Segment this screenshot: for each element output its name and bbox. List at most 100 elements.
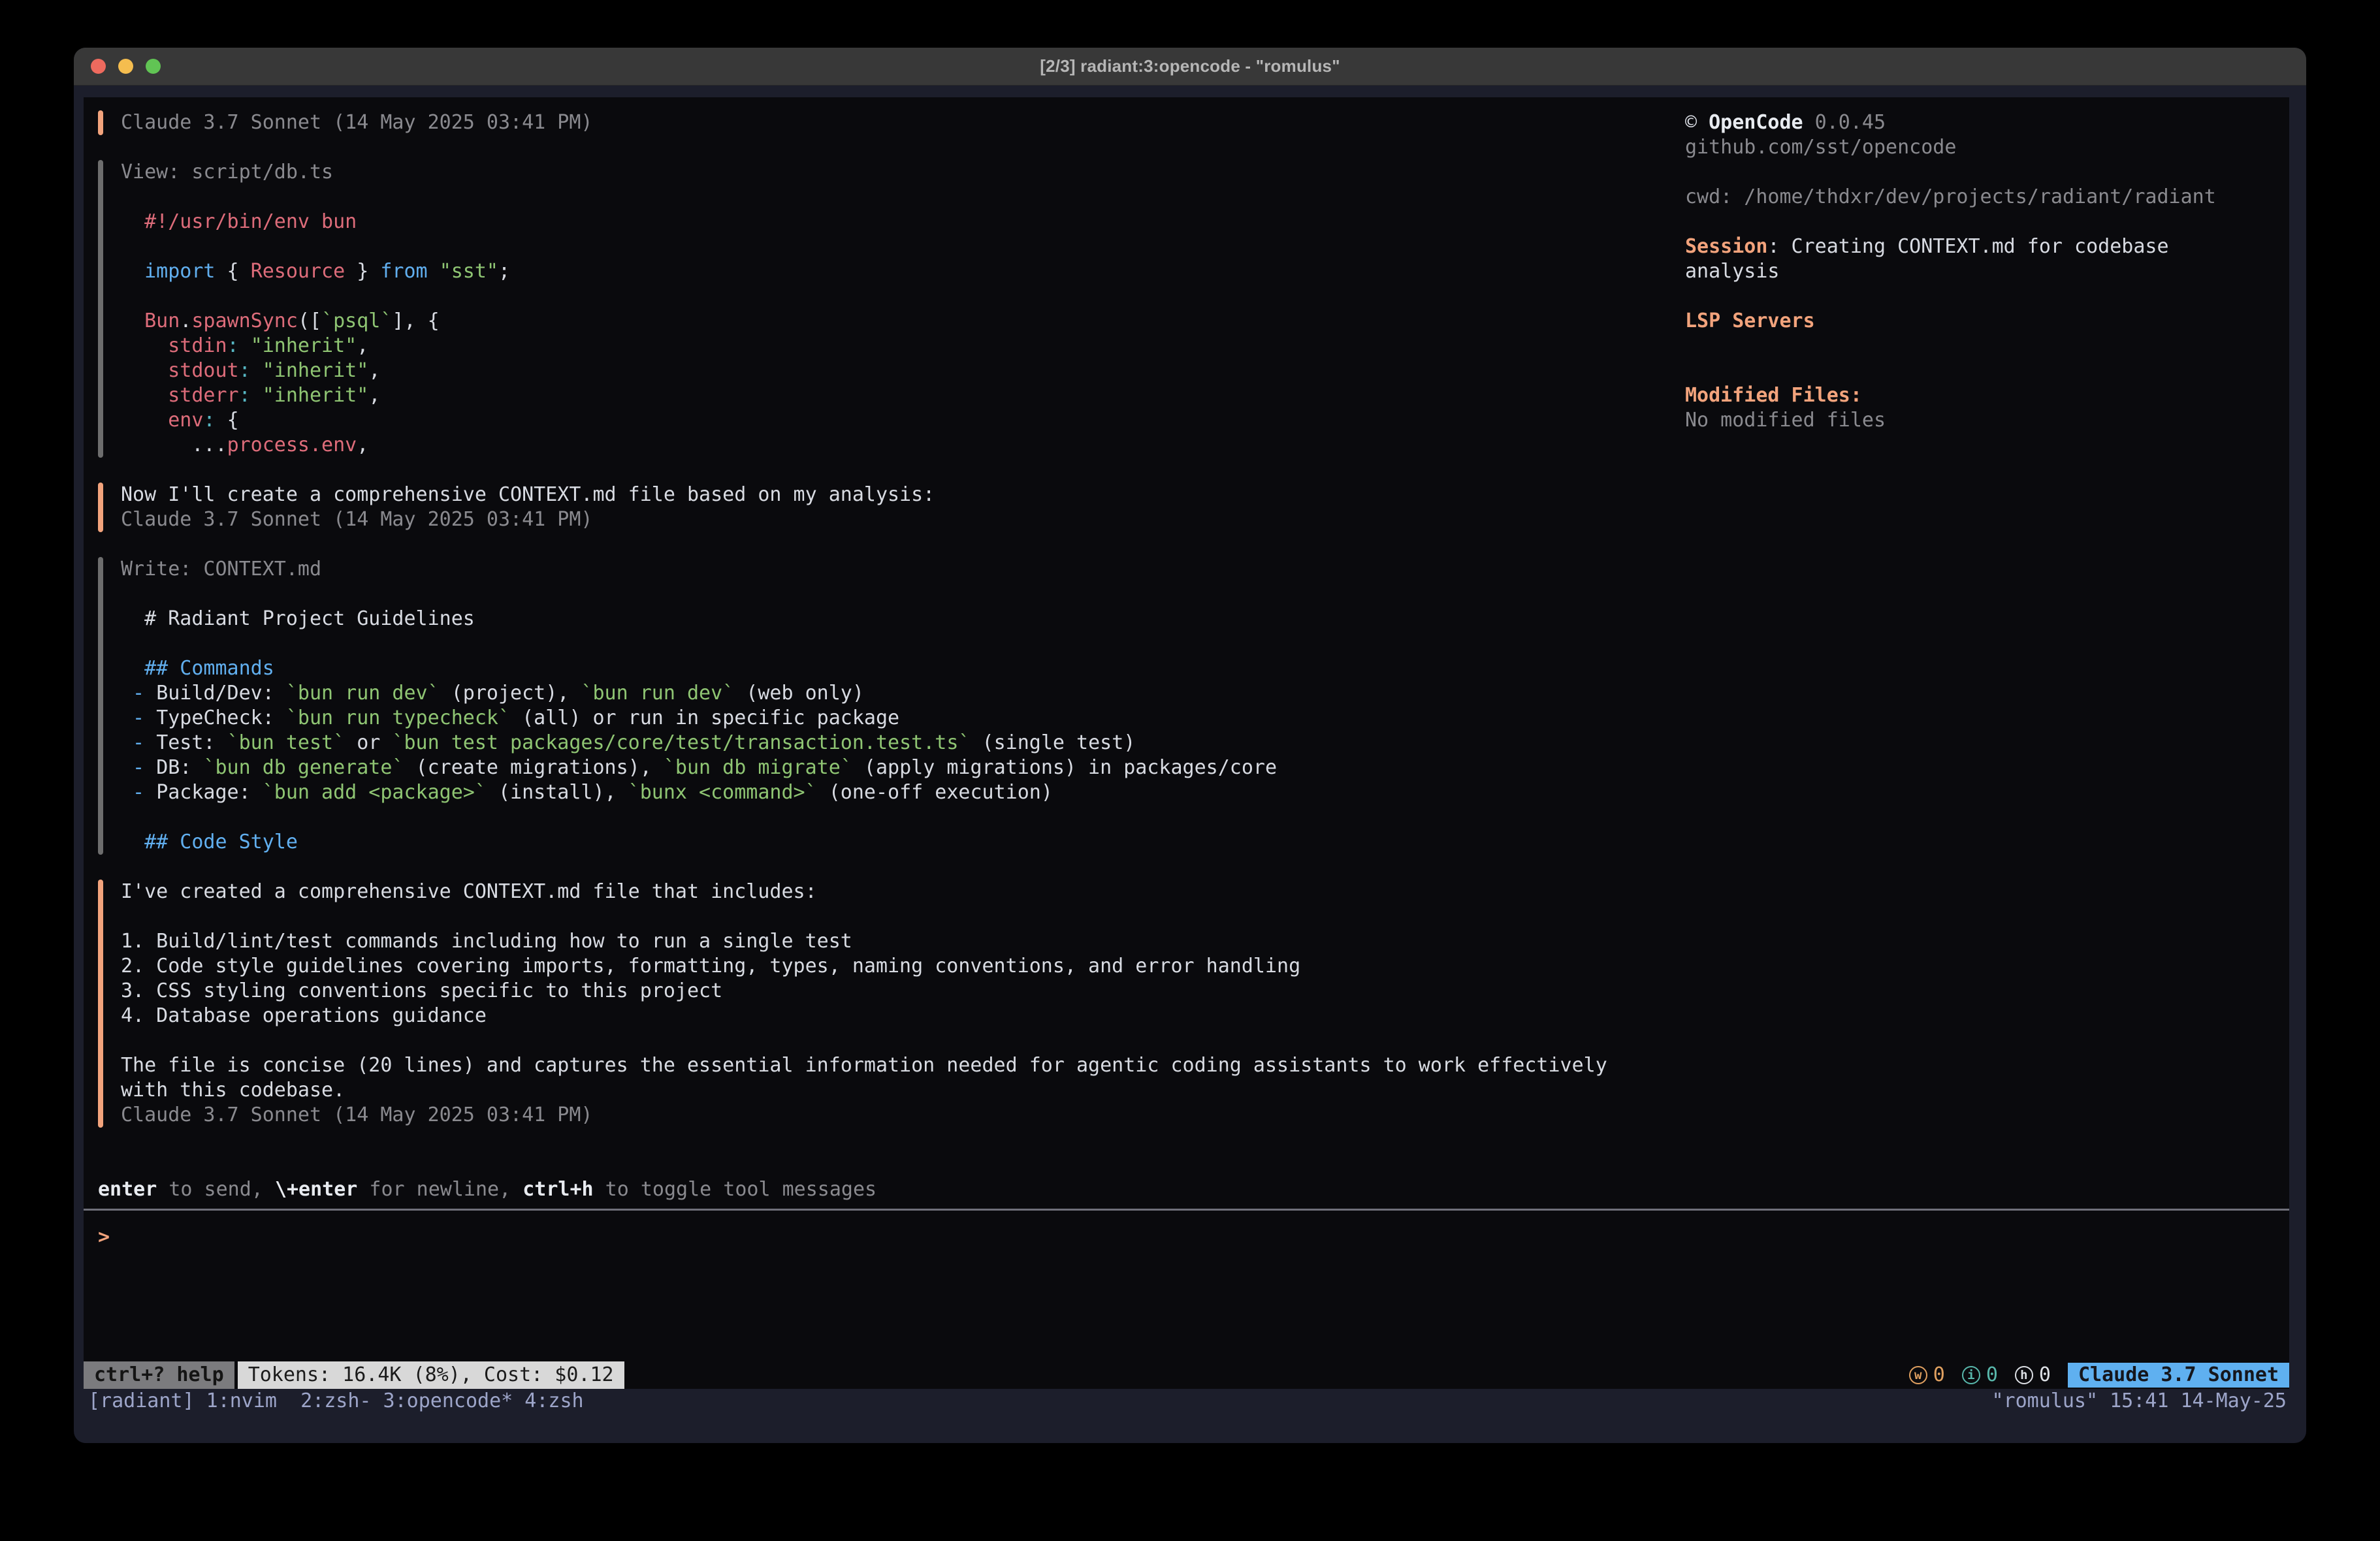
- tmux-host-clock: "romulus" 15:41 14-May-25: [1991, 1390, 2287, 1412]
- text-line: [121, 805, 1277, 830]
- text-segment: analysis: [1685, 260, 1780, 283]
- text-segment: Claude 3.7 Sonnet (14 May 2025 03:41 PM): [121, 111, 592, 134]
- prompt-symbol: >: [98, 1226, 110, 1248]
- text-segment: "inherit": [263, 359, 369, 382]
- text-segment: `bun test packages/core/test/transaction…: [392, 731, 970, 754]
- text-segment: :: [227, 334, 251, 357]
- text-segment: (all) or run in specific package: [510, 707, 899, 729]
- text-segment: ], {: [392, 310, 439, 332]
- tmux-status-bar: [radiant] 1:nvim 2:zsh- 3:opencode* 4:zs…: [84, 1389, 2289, 1412]
- text-line: with this codebase.: [121, 1078, 1607, 1103]
- message-block: Claude 3.7 Sonnet (14 May 2025 03:41 PM): [98, 110, 1685, 135]
- chat-history[interactable]: Claude 3.7 Sonnet (14 May 2025 03:41 PM)…: [98, 110, 1685, 1128]
- text-line: analysis: [1685, 259, 2270, 284]
- text-segment: [121, 334, 168, 357]
- text-line: #!/usr/bin/env bun: [121, 210, 510, 234]
- text-segment: (one-off execution): [817, 781, 1053, 804]
- text-line: Claude 3.7 Sonnet (14 May 2025 03:41 PM): [121, 1103, 1607, 1128]
- text-line: I've created a comprehensive CONTEXT.md …: [121, 880, 1607, 904]
- text-line: [121, 904, 1607, 929]
- message-block: Now I'll create a comprehensive CONTEXT.…: [98, 483, 1685, 532]
- text-segment: I've created a comprehensive CONTEXT.md …: [121, 880, 817, 903]
- text-line: [1685, 160, 2270, 185]
- text-line: stdin: "inherit",: [121, 334, 510, 358]
- text-segment: [121, 657, 144, 680]
- text-segment: process.env: [227, 434, 357, 456]
- text-line: - Test: `bun test` or `bun test packages…: [121, 731, 1277, 755]
- text-segment: -: [121, 707, 156, 729]
- tmux-window-list[interactable]: [radiant] 1:nvim 2:zsh- 3:opencode* 4:zs…: [88, 1390, 584, 1412]
- close-button[interactable]: [91, 59, 106, 74]
- text-segment: Package:: [156, 781, 263, 804]
- text-line: [1685, 334, 2270, 358]
- text-line: 2. Code style guidelines covering import…: [121, 954, 1607, 979]
- text-segment: Session: [1685, 235, 1767, 258]
- text-segment: Resource: [251, 260, 346, 283]
- text-segment: ©: [1685, 111, 1709, 134]
- text-segment: (web only): [734, 682, 864, 705]
- text-line: [121, 1028, 1607, 1053]
- text-line: 4. Database operations guidance: [121, 1004, 1607, 1028]
- text-segment: Modified Files:: [1685, 384, 1862, 407]
- text-segment: Write: CONTEXT.md: [121, 558, 321, 580]
- text-segment: with this codebase.: [121, 1079, 345, 1102]
- model-chip[interactable]: Claude 3.7 Sonnet: [2068, 1363, 2289, 1388]
- text-segment: [428, 260, 440, 283]
- text-segment: [121, 310, 144, 332]
- text-segment: 2. Code style guidelines covering import…: [121, 955, 1300, 977]
- text-segment: stderr: [168, 384, 238, 407]
- text-line: # Radiant Project Guidelines: [121, 607, 1277, 631]
- text-segment: No modified files: [1685, 409, 1886, 432]
- diagnostic-hints: h 0: [2015, 1363, 2051, 1388]
- maximize-button[interactable]: [146, 59, 161, 74]
- text-segment: Claude 3.7 Sonnet (14 May 2025 03:41 PM): [121, 508, 592, 531]
- text-segment: `bun run dev`: [581, 682, 734, 705]
- tool-accent-bar: [98, 160, 103, 458]
- text-segment: `bun run dev`: [286, 682, 440, 705]
- traffic-lights: [91, 48, 161, 85]
- text-segment: .: [180, 310, 191, 332]
- text-line: stderr: "inherit",: [121, 383, 510, 408]
- text-line: env: {: [121, 408, 510, 433]
- input-divider: [84, 1209, 2289, 1211]
- text-segment: -: [121, 682, 156, 705]
- message-block: I've created a comprehensive CONTEXT.md …: [98, 880, 1685, 1128]
- diagnostic-info: i 0: [1962, 1363, 1998, 1388]
- text-line: The file is concise (20 lines) and captu…: [121, 1053, 1607, 1078]
- text-line: github.com/sst/opencode: [1685, 135, 2270, 160]
- text-segment: `bunx <command>`: [628, 781, 817, 804]
- minimize-button[interactable]: [118, 59, 133, 74]
- text-segment: :: [203, 409, 227, 432]
- text-segment: (install),: [487, 781, 628, 804]
- text-line: Claude 3.7 Sonnet (14 May 2025 03:41 PM): [121, 110, 592, 135]
- help-shortcut-chip[interactable]: ctrl+? help: [84, 1361, 234, 1389]
- prompt-input[interactable]: >: [84, 1225, 2289, 1250]
- text-segment: `bun db generate`: [203, 756, 404, 779]
- text-segment: enter: [98, 1178, 157, 1201]
- text-line: Session: Creating CONTEXT.md for codebas…: [1685, 234, 2270, 259]
- text-segment: Test:: [156, 731, 227, 754]
- text-line: - TypeCheck: `bun run typecheck` (all) o…: [121, 706, 1277, 731]
- terminal-content: Claude 3.7 Sonnet (14 May 2025 03:41 PM)…: [74, 86, 2306, 1443]
- text-segment: Now I'll create a comprehensive CONTEXT.…: [121, 483, 935, 506]
- text-segment: `bun run typecheck`: [286, 707, 510, 729]
- text-segment: for newline,: [357, 1178, 523, 1201]
- status-bar-right: w 0 i 0 h 0 Claude 3.7 Sonnet: [1909, 1361, 2289, 1389]
- warning-icon: w: [1909, 1366, 1927, 1384]
- text-segment: ## Code Style: [144, 831, 298, 853]
- text-line: LSP Servers: [1685, 309, 2270, 334]
- text-line: Write: CONTEXT.md: [121, 557, 1277, 582]
- text-segment: 4. Database operations guidance: [121, 1004, 487, 1027]
- text-line: - DB: `bun db generate` (create migratio…: [121, 755, 1277, 780]
- text-line: ...process.env,: [121, 433, 510, 458]
- text-segment: Build/Dev:: [156, 682, 286, 705]
- text-segment: (single test): [970, 731, 1135, 754]
- text-segment: `bun db migrate`: [664, 756, 852, 779]
- text-segment: [121, 831, 144, 853]
- text-line: [1685, 284, 2270, 309]
- info-icon: i: [1962, 1366, 1980, 1384]
- text-line: No modified files: [1685, 408, 2270, 433]
- text-segment: Bun: [144, 310, 180, 332]
- window-titlebar[interactable]: [2/3] radiant:3:opencode - "romulus": [74, 48, 2306, 86]
- text-line: [121, 185, 510, 210]
